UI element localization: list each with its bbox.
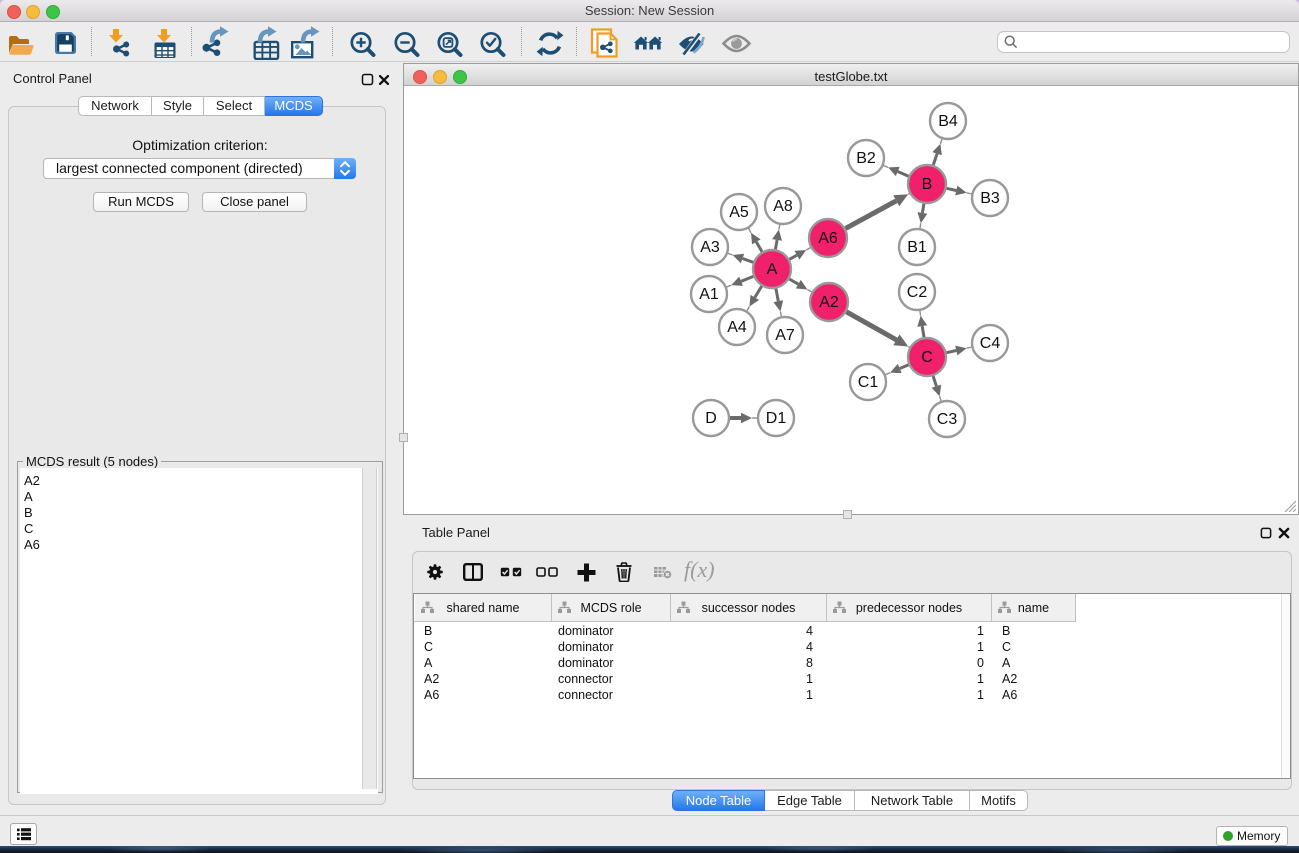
svg-text:B4: B4 (938, 113, 958, 130)
svg-text:B1: B1 (907, 239, 927, 256)
svg-text:A: A (767, 261, 778, 278)
svg-text:A6: A6 (818, 230, 838, 247)
svg-text:A2: A2 (819, 294, 839, 311)
svg-text:A7: A7 (775, 327, 795, 344)
svg-text:A5: A5 (729, 204, 749, 221)
svg-text:B: B (922, 176, 933, 193)
svg-text:C3: C3 (937, 411, 958, 428)
svg-text:C1: C1 (858, 374, 879, 391)
svg-text:C2: C2 (907, 284, 928, 301)
svg-text:A4: A4 (727, 319, 747, 336)
svg-text:B3: B3 (980, 190, 1000, 207)
svg-text:D: D (705, 410, 717, 427)
svg-text:A1: A1 (699, 286, 719, 303)
svg-text:A8: A8 (773, 198, 793, 215)
svg-text:B2: B2 (856, 150, 876, 167)
svg-text:C4: C4 (980, 335, 1001, 352)
svg-text:D1: D1 (766, 410, 787, 427)
svg-text:C: C (921, 349, 933, 366)
svg-text:A3: A3 (700, 239, 720, 256)
